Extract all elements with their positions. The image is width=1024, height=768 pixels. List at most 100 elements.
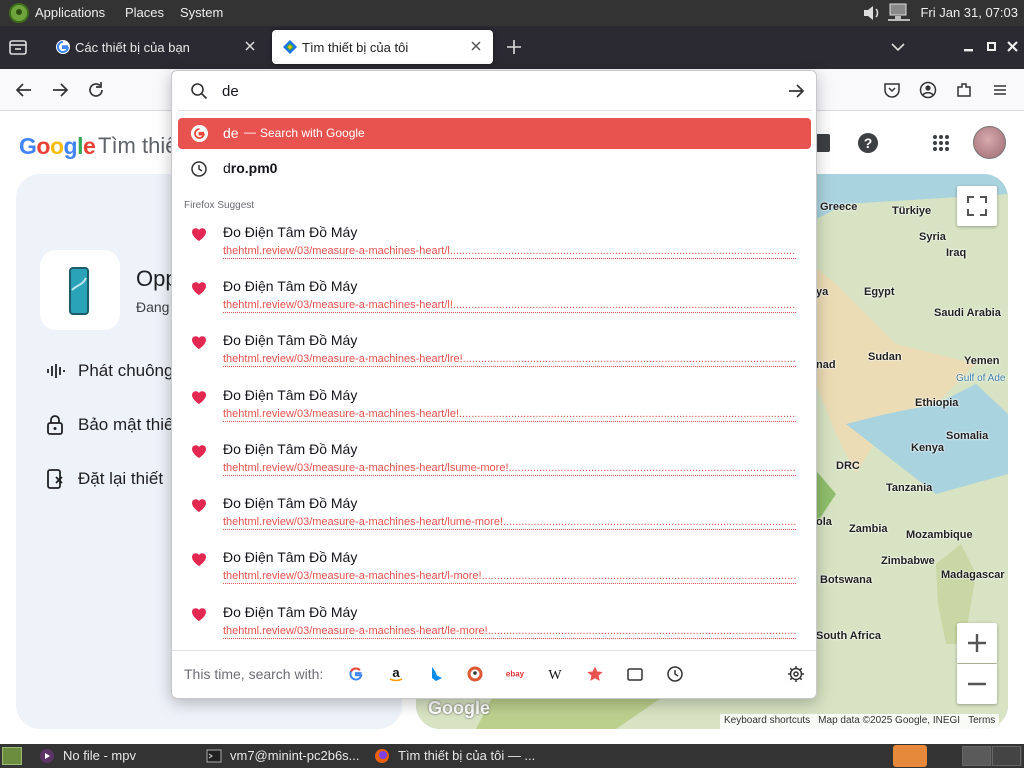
search-query: de [223,125,239,141]
plus-icon [968,634,986,652]
duckduckgo-icon[interactable] [465,664,485,684]
fullscreen-button[interactable] [957,186,997,226]
action-label: Bảo mật thiế [78,415,174,434]
phone-icon [69,267,89,315]
logo-letter: G [19,133,37,159]
zoom-out-button[interactable] [957,664,997,704]
gear-icon[interactable] [787,665,805,683]
apps-grid-icon[interactable] [932,134,950,152]
tabs-icon[interactable] [625,664,645,684]
heart-icon [192,499,206,512]
wikipedia-icon[interactable]: W [545,664,565,684]
workspace-1[interactable] [962,746,991,766]
menu-icon[interactable] [990,80,1010,100]
amazon-icon[interactable]: a [386,664,406,684]
wikipedia-glyph: W [548,668,562,683]
suggestion-row[interactable]: Đo Điện Tâm Đồ Máy thehtml.review/03/mea… [178,382,811,430]
go-arrow-icon[interactable] [786,81,806,101]
keyboard-shortcuts-link[interactable]: Keyboard shortcuts [720,714,814,727]
suggestion-row[interactable]: Đo Điện Tâm Đồ Máy thehtml.review/03/mea… [178,490,811,538]
map-label: Syria [919,231,946,243]
history-suggestion-row[interactable]: dro.pm0 [178,155,811,183]
tab-devices[interactable]: Các thiết bị của bạn [45,30,267,64]
heart-icon [192,391,206,404]
maximize-icon[interactable] [983,38,1001,56]
suggestion-title: Đo Điện Tâm Đồ Máy [223,441,358,457]
system-menu[interactable]: System [180,5,223,20]
map-attribution: Keyboard shortcuts Map data ©2025 Google,… [720,714,1000,729]
logo-letter: g [63,133,78,159]
suggestion-title: Đo Điện Tâm Đồ Máy [223,387,358,403]
workspace-2[interactable] [992,746,1021,766]
clock-icon [191,161,207,177]
taskbar: No file - mpv vm7@minint-pc2b6s... Tìm t… [0,744,1024,768]
tab-find-my-device[interactable]: Tìm thiết bị của tôi [272,30,493,64]
suggestion-row[interactable]: Đo Điện Tâm Đồ Máy thehtml.review/03/mea… [178,436,811,484]
history-text: dro.pm0 [223,160,277,176]
speaker-icon[interactable] [862,4,882,22]
pocket-icon[interactable] [882,80,902,100]
tab-list-icon[interactable] [6,35,30,59]
map-label: DRC [836,460,860,472]
map-label: Gulf of Ade [956,373,1006,384]
suggestion-row[interactable]: Đo Điện Tâm Đồ Máy thehtml.review/03/mea… [178,599,811,647]
terms-link[interactable]: Terms [964,714,999,727]
url-input[interactable] [222,80,772,102]
forward-arrow-icon[interactable] [50,80,70,100]
show-desktop-button[interactable] [2,747,22,765]
erase-phone-icon [47,469,63,489]
firefox-icon [375,749,389,763]
suggestion-url: thehtml.review/03/measure-a-machines-hea… [223,408,796,422]
map-label: Yemen [964,355,1000,367]
suggestion-row[interactable]: Đo Điện Tâm Đồ Máy thehtml.review/03/mea… [178,273,811,321]
applications-menu[interactable]: Applications [35,5,105,20]
map-label: Zimbabwe [881,555,935,567]
close-window-icon[interactable] [1004,38,1022,56]
bing-icon[interactable] [426,664,446,684]
google-icon[interactable] [346,664,366,684]
minimize-icon[interactable] [960,38,978,56]
ebay-icon[interactable]: ebay [505,664,525,684]
bookmarks-icon[interactable] [585,664,605,684]
fullscreen-icon [967,196,987,216]
feedback-icon[interactable] [816,134,830,152]
map-label: Kenya [911,442,945,454]
taskbar-item-mpv[interactable]: No file - mpv [39,744,189,768]
tab-strip: Các thiết bị của bạn Tìm thiết bị của tô… [0,26,1024,69]
history-icon[interactable] [665,664,685,684]
search-suggestion-row[interactable]: de — Search with Google [178,118,811,149]
clock[interactable]: Fri Jan 31, 07:03 [920,5,1018,20]
map-google-logo[interactable]: Google [428,698,490,719]
chevron-down-icon[interactable] [888,38,908,56]
logo-letter: o [36,133,50,159]
suggestion-row[interactable]: Đo Điện Tâm Đồ Máy thehtml.review/03/mea… [178,219,811,267]
zoom-in-button[interactable] [957,623,997,663]
taskbar-item-firefox[interactable]: Tìm thiết bị của tôi — ... [374,744,544,768]
reload-icon[interactable] [86,80,106,100]
extensions-icon[interactable] [954,80,974,100]
workspace-switcher[interactable] [962,746,1022,766]
account-icon[interactable] [918,80,938,100]
suggestion-row[interactable]: Đo Điện Tâm Đồ Máy thehtml.review/03/mea… [178,327,811,375]
back-arrow-icon[interactable] [14,80,34,100]
map-label: Zambia [849,523,888,535]
find-device-favicon-icon [283,40,297,54]
network-icon[interactable] [886,3,912,23]
plus-icon[interactable] [505,38,523,56]
map-label: nad [816,359,836,371]
taskbar-item-terminal[interactable]: vm7@minint-pc2b6s... [206,744,366,768]
heart-icon [192,282,206,295]
places-menu[interactable]: Places [125,5,164,20]
firefox-launcher-icon[interactable] [893,745,927,767]
google-logo[interactable]: Google [19,133,96,160]
avatar[interactable] [973,126,1006,159]
history-completion: ro.pm0 [230,160,278,176]
close-icon[interactable] [469,39,483,53]
map-label: Tanzania [886,482,933,494]
system-panel: Applications Places System Fri Jan 31, 0… [0,0,1024,26]
suggestion-url: thehtml.review/03/measure-a-machines-hea… [223,570,796,584]
suggestion-row[interactable]: Đo Điện Tâm Đồ Máy thehtml.review/03/mea… [178,544,811,592]
close-icon[interactable] [243,39,257,53]
distro-logo-icon[interactable] [9,3,29,23]
help-icon[interactable]: ? [857,132,879,154]
